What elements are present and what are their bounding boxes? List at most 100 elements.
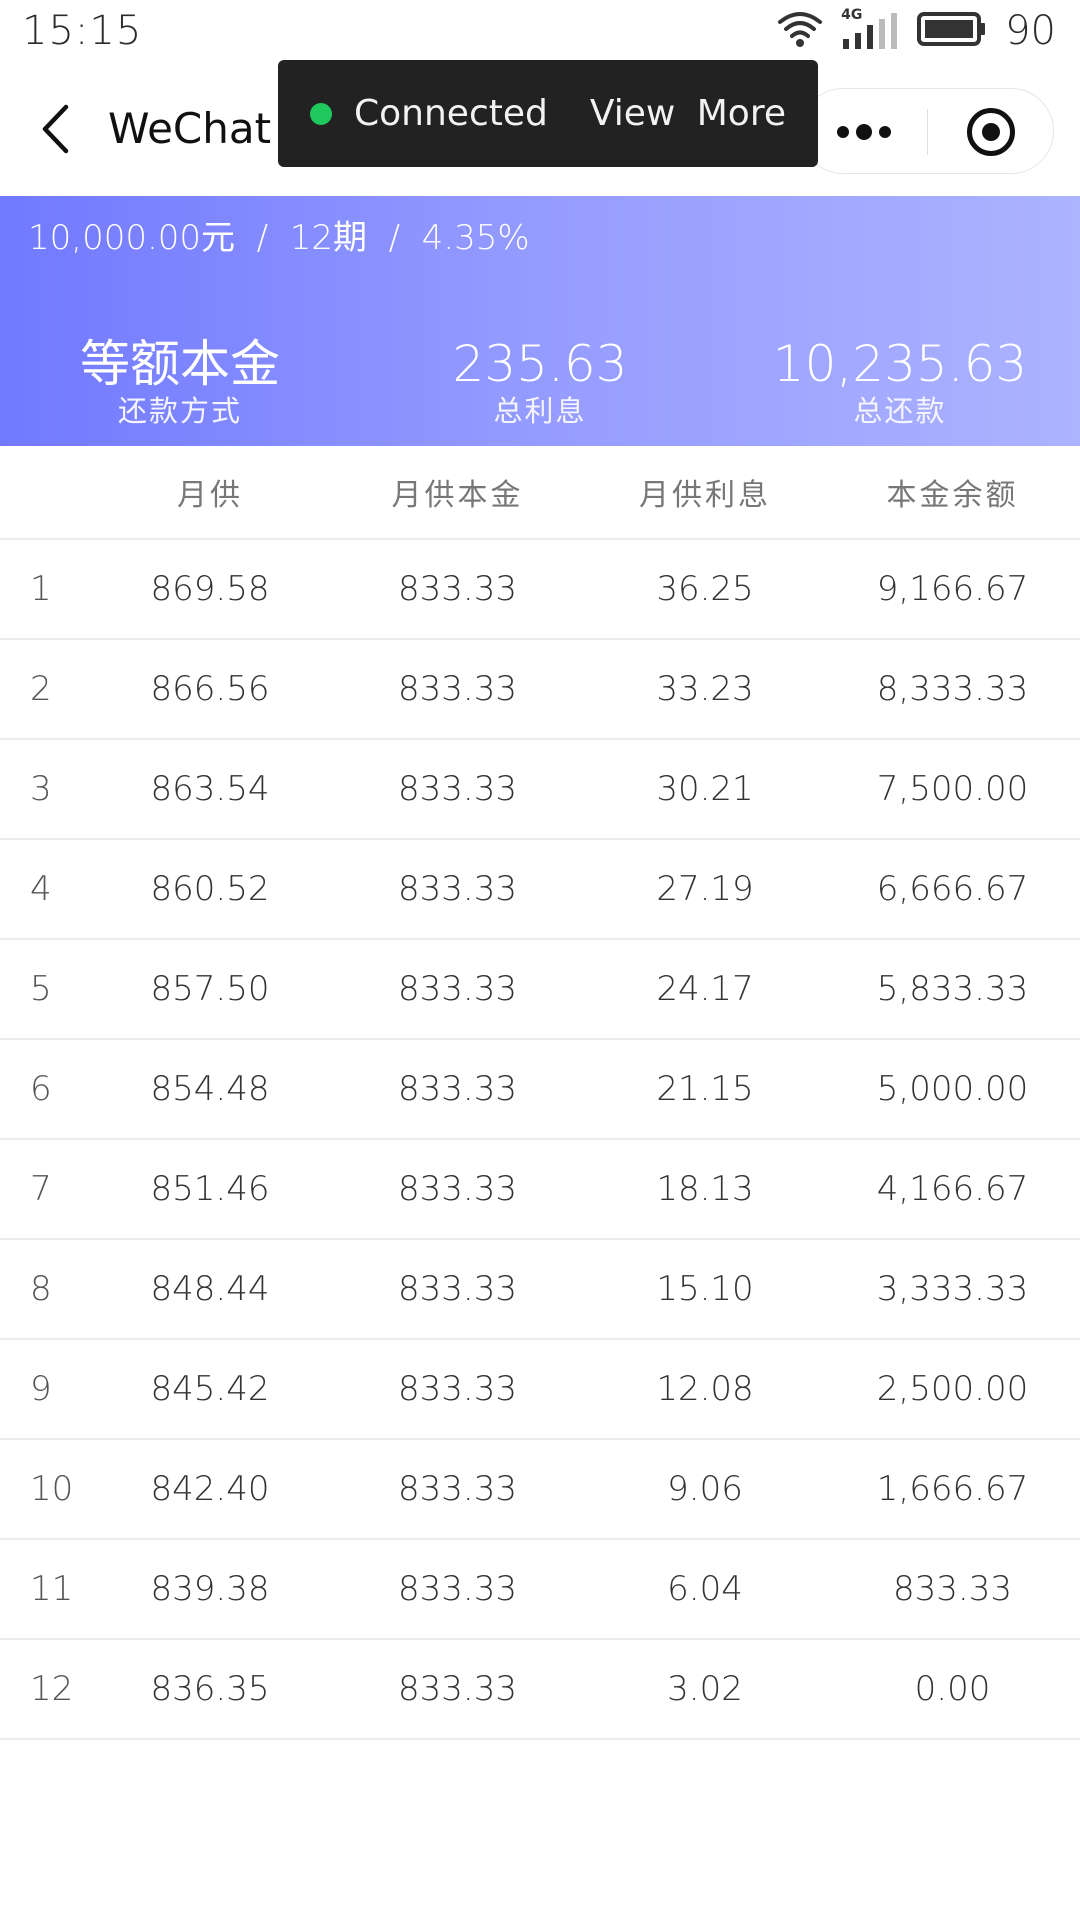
monthly-interest-cell: 27.19 xyxy=(656,869,754,909)
remaining-principal-cell: 833.33 xyxy=(893,1569,1012,1609)
table-row: 1 869.58 833.33 36.25 9,166.67 xyxy=(0,540,1080,640)
period-cell: 1 xyxy=(30,569,52,609)
monthly-payment-cell: 857.50 xyxy=(150,969,270,1009)
monthly-payment-cell: 860.52 xyxy=(150,869,270,909)
monthly-payment-cell: 863.54 xyxy=(150,769,270,809)
monthly-principal-cell: 833.33 xyxy=(398,669,517,709)
more-dots-icon xyxy=(837,124,891,140)
monthly-principal-cell: 833.33 xyxy=(398,1569,517,1609)
monthly-principal-cell: 833.33 xyxy=(398,1669,517,1709)
period-cell: 12 xyxy=(30,1669,74,1709)
monthly-interest-cell: 33.23 xyxy=(656,669,754,709)
view-more-link[interactable]: View More xyxy=(590,93,786,134)
table-row: 4 860.52 833.33 27.19 6,666.67 xyxy=(0,840,1080,940)
monthly-principal-cell: 833.33 xyxy=(398,1169,517,1209)
connection-status: Connected xyxy=(354,93,548,134)
status-bar: 15:15 4G 90 xyxy=(0,0,1080,62)
monthly-payment-cell: 848.44 xyxy=(150,1269,270,1309)
loan-summary: 10,000.00元 / 12期 / 4.35% xyxy=(28,218,530,258)
monthly-interest-cell: 18.13 xyxy=(656,1169,754,1209)
page-title: WeChat xyxy=(108,104,272,153)
table-row: 5 857.50 833.33 24.17 5,833.33 xyxy=(0,940,1080,1040)
table-body: 1 869.58 833.33 36.25 9,166.67 2 866.56 833.33 3… xyxy=(0,540,1080,1740)
remaining-principal-cell: 9,166.67 xyxy=(876,569,1029,609)
close-target-icon xyxy=(967,108,1015,156)
status-time: 15:15 xyxy=(22,8,143,54)
monthly-payment-cell: 836.35 xyxy=(150,1669,270,1709)
monthly-interest-cell: 30.21 xyxy=(656,769,754,809)
monthly-interest-cell: 15.10 xyxy=(656,1269,754,1309)
close-button[interactable] xyxy=(928,89,1054,175)
stat-total-interest: 235.63 总利息 xyxy=(360,334,720,428)
period-cell: 6 xyxy=(30,1069,52,1109)
column-header-monthly-payment: 月供 xyxy=(177,478,243,513)
monthly-principal-cell: 833.33 xyxy=(398,869,517,909)
monthly-interest-cell: 6.04 xyxy=(667,1569,743,1609)
remaining-principal-cell: 0.00 xyxy=(914,1669,991,1709)
table-row: 9 845.42 833.33 12.08 2,500.00 xyxy=(0,1340,1080,1440)
remaining-principal-cell: 7,500.00 xyxy=(876,769,1029,809)
remaining-principal-cell: 5,833.33 xyxy=(876,969,1029,1009)
table-row: 10 842.40 833.33 9.06 1,666.67 xyxy=(0,1440,1080,1540)
battery-icon xyxy=(917,11,987,51)
monthly-payment-cell: 851.46 xyxy=(150,1169,270,1209)
table-row: 2 866.56 833.33 33.23 8,333.33 xyxy=(0,640,1080,740)
monthly-principal-cell: 833.33 xyxy=(398,1269,517,1309)
monthly-payment-cell: 854.48 xyxy=(150,1069,270,1109)
remaining-principal-cell: 3,333.33 xyxy=(876,1269,1029,1309)
period-cell: 7 xyxy=(30,1169,52,1209)
monthly-interest-cell: 3.02 xyxy=(667,1669,743,1709)
battery-level: 90 xyxy=(1005,8,1056,54)
chevron-left-icon xyxy=(42,104,69,154)
monthly-principal-cell: 833.33 xyxy=(398,1369,517,1409)
status-icons: 4G 90 xyxy=(777,7,1056,54)
more-button[interactable] xyxy=(801,89,927,175)
monthly-interest-cell: 24.17 xyxy=(656,969,754,1009)
monthly-payment-cell: 869.58 xyxy=(150,569,270,609)
period-cell: 8 xyxy=(30,1269,52,1309)
remaining-principal-cell: 1,666.67 xyxy=(876,1469,1029,1509)
period-cell: 9 xyxy=(30,1369,52,1409)
loan-summary-banner: 10,000.00元 / 12期 / 4.35% 等额本金 还款方式 235.6… xyxy=(0,196,1080,446)
status-dot-icon xyxy=(310,102,332,125)
column-header-monthly-interest: 月供利息 xyxy=(639,478,771,513)
monthly-interest-cell: 21.15 xyxy=(656,1069,754,1109)
column-header-remaining-principal: 本金余额 xyxy=(886,478,1019,513)
period-cell: 11 xyxy=(30,1569,74,1609)
connection-toast: Connected View More xyxy=(278,60,818,167)
stat-value: 等额本金 xyxy=(80,335,280,393)
monthly-principal-cell: 833.33 xyxy=(398,969,517,1009)
wifi-icon xyxy=(777,10,823,52)
remaining-principal-cell: 4,166.67 xyxy=(876,1169,1029,1209)
monthly-payment-cell: 866.56 xyxy=(150,669,270,709)
column-header-monthly-principal: 月供本金 xyxy=(391,478,524,513)
monthly-principal-cell: 833.33 xyxy=(398,1069,517,1109)
period-cell: 5 xyxy=(30,969,52,1009)
period-cell: 3 xyxy=(30,769,52,809)
monthly-payment-cell: 842.40 xyxy=(150,1469,270,1509)
stat-value: 235.63 xyxy=(452,335,628,393)
remaining-principal-cell: 2,500.00 xyxy=(876,1369,1029,1409)
table-row: 3 863.54 833.33 30.21 7,500.00 xyxy=(0,740,1080,840)
table-row: 12 836.35 833.33 3.02 0.00 xyxy=(0,1640,1080,1740)
monthly-interest-cell: 9.06 xyxy=(667,1469,743,1509)
period-cell: 10 xyxy=(30,1469,74,1509)
stat-label: 总还款 xyxy=(853,394,947,428)
signal-icon: 4G xyxy=(841,7,899,51)
remaining-principal-cell: 5,000.00 xyxy=(876,1069,1029,1109)
table-row: 6 854.48 833.33 21.15 5,000.00 xyxy=(0,1040,1080,1140)
table-row: 7 851.46 833.33 18.13 4,166.67 xyxy=(0,1140,1080,1240)
stat-value: 10,235.63 xyxy=(772,335,1028,393)
monthly-principal-cell: 833.33 xyxy=(398,569,517,609)
stat-total-repayment: 10,235.63 总还款 xyxy=(720,334,1080,428)
back-button[interactable] xyxy=(32,100,78,158)
repayment-schedule-table: 月供 月供本金 月供利息 本金余额 1 869.58 833.33 36.25 9,16… xyxy=(0,446,1080,1740)
monthly-interest-cell: 36.25 xyxy=(656,569,754,609)
monthly-interest-cell: 12.08 xyxy=(656,1369,754,1409)
period-cell: 2 xyxy=(30,669,52,709)
table-row: 8 848.44 833.33 15.10 3,333.33 xyxy=(0,1240,1080,1340)
stat-repayment-method: 等额本金 还款方式 xyxy=(0,334,360,428)
menu-capsule xyxy=(800,88,1054,174)
table-row: 11 839.38 833.33 6.04 833.33 xyxy=(0,1540,1080,1640)
stat-label: 还款方式 xyxy=(117,394,242,428)
